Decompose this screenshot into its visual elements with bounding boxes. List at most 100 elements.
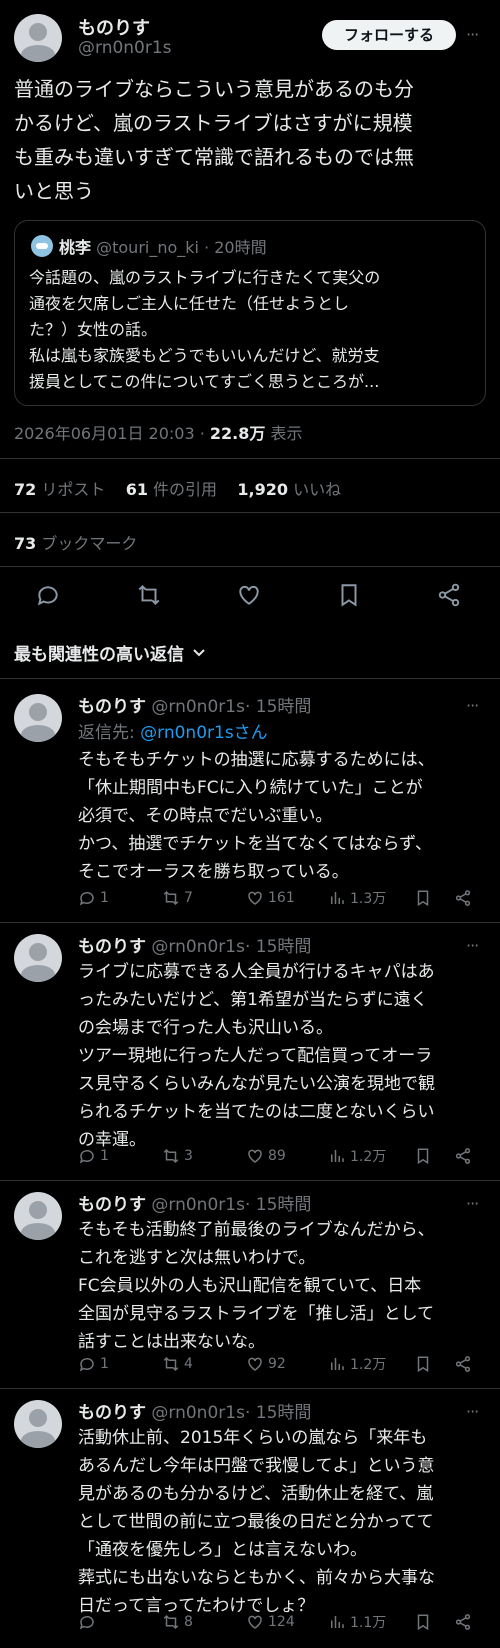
reply-author-name[interactable]: ものりす xyxy=(78,1195,146,1215)
reply-author-name[interactable]: ものりす xyxy=(78,1403,146,1423)
reply-action-bar: 8 124 1.1万 xyxy=(78,1610,490,1634)
reply-action-bar: 1 3 89 1.2万 xyxy=(78,1144,490,1168)
bookmark-icon[interactable] xyxy=(414,886,432,910)
quote-time: · 20時間 xyxy=(204,238,267,257)
reply-views-button[interactable]: 1.2万 xyxy=(328,1144,386,1168)
repost-icon[interactable] xyxy=(136,582,166,612)
reply-author-handle[interactable]: @rn0n0r1s xyxy=(151,697,245,717)
share-icon[interactable] xyxy=(454,886,472,910)
reply-repost-button[interactable]: 4 xyxy=(162,1352,193,1376)
reply-line: かつ、抽選でチケットを当てなくてはならず、 xyxy=(78,834,432,854)
divider xyxy=(0,512,500,513)
reply-like-button[interactable]: 124 xyxy=(246,1610,295,1634)
reply-like-button[interactable]: 161 xyxy=(246,886,295,910)
reply-views-button[interactable]: 1.2万 xyxy=(328,1352,386,1376)
reply-author-name[interactable]: ものりす xyxy=(78,697,146,717)
reply-reply-button[interactable]: 1 xyxy=(78,1352,109,1376)
reply-time[interactable]: · 15時間 xyxy=(245,937,311,957)
reply-text: そもそも活動終了前最後のライブなんだから、 これを逃すと次は無いわけで。 FC会… xyxy=(78,1216,490,1356)
reply-avatar[interactable] xyxy=(14,1192,62,1240)
reply-line: として世間の前に立つ最後の日だと分かってて xyxy=(78,1512,434,1532)
bookmark-label: ブックマーク xyxy=(36,534,138,553)
tweet-line: も重みも違いすぎて常識で語れるものでは無 xyxy=(14,145,414,169)
quote-author-name: 桃李 xyxy=(59,238,92,257)
reply-avatar[interactable] xyxy=(14,694,62,742)
view-count: 22.8万 xyxy=(209,424,266,443)
reply-views-button[interactable]: 1.1万 xyxy=(328,1610,386,1634)
divider xyxy=(0,566,500,567)
reply-reply-button[interactable]: 1 xyxy=(78,1144,109,1168)
reply-reply-button[interactable] xyxy=(78,1610,100,1634)
reply-avatar[interactable] xyxy=(14,934,62,982)
divider xyxy=(0,458,500,459)
reply-line: ツアー現地に行った人だって配信買ってオーラ xyxy=(78,1046,433,1066)
reply-author-handle[interactable]: @rn0n0r1s xyxy=(151,937,245,957)
reply-repost-button[interactable]: 3 xyxy=(162,1144,193,1168)
reply-line: られるチケットを当てたのは二度とないくらい xyxy=(78,1102,435,1122)
like-count[interactable]: 1,920 いいね xyxy=(237,480,341,499)
quote-line: た？）女性の話。 xyxy=(29,320,158,339)
author-name[interactable]: ものりす xyxy=(78,14,150,40)
reply-author-handle[interactable]: @rn0n0r1s xyxy=(151,1403,245,1423)
share-icon[interactable] xyxy=(454,1352,472,1376)
divider xyxy=(0,678,500,679)
reply-text: 活動休止前、2015年くらいの嵐なら「来年も あるんだし今年は円盤で我慢してよ」… xyxy=(78,1424,490,1620)
quote-author-handle: @touri_no_ki xyxy=(96,238,199,257)
tweet-action-bar xyxy=(0,576,500,616)
reply-time[interactable]: · 15時間 xyxy=(245,697,311,717)
author-avatar[interactable] xyxy=(14,14,62,62)
reply-to-link[interactable]: @rn0n0r1sさん xyxy=(140,723,268,743)
follow-button[interactable]: フォローする xyxy=(322,20,456,50)
divider xyxy=(0,922,500,923)
reply-time[interactable]: · 15時間 xyxy=(245,1403,311,1423)
more-options-icon[interactable]: ··· xyxy=(466,696,479,715)
bookmark-icon[interactable] xyxy=(414,1610,432,1634)
reply-line: ス見守るくらいみんなが見たい公演を現地で観 xyxy=(78,1074,435,1094)
reply-header: ものりす @rn0n0r1s· 15時間 xyxy=(78,1398,311,1423)
reply-line: そこでオーラスを勝ち取っている。 xyxy=(78,862,349,882)
reply-repost-button[interactable]: 8 xyxy=(162,1610,193,1634)
share-icon[interactable] xyxy=(454,1610,472,1634)
reply-line: FC会員以外の人も沢山配信を観ていて、日本 xyxy=(78,1276,422,1296)
quote-count[interactable]: 61 件の引用 xyxy=(126,480,217,499)
chevron-down-icon xyxy=(192,646,206,660)
reply-repost-button[interactable]: 7 xyxy=(162,886,193,910)
tweet-text: 普通のライブならこういう意見があるのも分 かるけど、嵐のラストライブはさすがに規… xyxy=(14,72,490,208)
share-icon[interactable] xyxy=(454,1144,472,1168)
quote-author-avatar xyxy=(31,235,53,257)
reply-line: ライブに応募できる人全員が行けるキャパはあ xyxy=(78,962,435,982)
reply-to-label: 返信先: xyxy=(78,723,141,743)
reply-author-name[interactable]: ものりす xyxy=(78,937,146,957)
reply-reply-button[interactable]: 1 xyxy=(78,886,109,910)
bookmark-stats[interactable]: 73 ブックマーク xyxy=(14,530,137,554)
bookmark-icon[interactable] xyxy=(414,1144,432,1168)
author-handle[interactable]: @rn0n0r1s xyxy=(78,38,172,58)
reply-like-button[interactable]: 89 xyxy=(246,1144,286,1168)
meta-separator: · xyxy=(194,424,210,443)
reply-views-button[interactable]: 1.3万 xyxy=(328,886,386,910)
reply-author-handle[interactable]: @rn0n0r1s xyxy=(151,1195,245,1215)
more-options-icon[interactable]: ··· xyxy=(466,25,479,44)
quote-line: 今話題の、嵐のラストライブに行きたくて実父の xyxy=(29,268,381,287)
reply-like-button[interactable]: 92 xyxy=(246,1352,286,1376)
reply-icon[interactable] xyxy=(35,582,65,612)
tweet-datetime[interactable]: 2026年06月01日 20:03 xyxy=(14,424,195,443)
more-options-icon[interactable]: ··· xyxy=(466,936,479,955)
bookmark-icon[interactable] xyxy=(336,582,366,612)
more-options-icon[interactable]: ··· xyxy=(466,1194,479,1213)
share-icon[interactable] xyxy=(436,582,466,612)
bookmark-icon[interactable] xyxy=(414,1352,432,1376)
like-icon[interactable] xyxy=(236,582,266,612)
quote-text: 今話題の、嵐のラストライブに行きたくて実父の 通夜を欠席しご主人に任せた（任せよ… xyxy=(29,265,473,395)
repost-count[interactable]: 72 リポスト xyxy=(14,480,105,499)
reply-header: ものりす @rn0n0r1s· 15時間 xyxy=(78,932,311,957)
reply-sort-selector[interactable]: 最も関連性の高い返信 xyxy=(14,640,206,665)
reply-text: そもそもチケットの抽選に応募するためには、 「休止期間中もFCに入り続けていた」… xyxy=(78,746,490,886)
reply-time[interactable]: · 15時間 xyxy=(245,1195,311,1215)
reply-avatar[interactable] xyxy=(14,1400,62,1448)
quote-tweet-card[interactable]: 桃李 @touri_no_ki · 20時間 今話題の、嵐のラストライブに行きた… xyxy=(14,220,486,406)
more-options-icon[interactable]: ··· xyxy=(466,1402,479,1421)
bookmark-count: 73 xyxy=(14,534,37,553)
tweet-line: かるけど、嵐のラストライブはさすがに規模 xyxy=(14,111,413,135)
reply-line: 「通夜を優先しろ」とは言えないわ。 xyxy=(78,1540,367,1560)
